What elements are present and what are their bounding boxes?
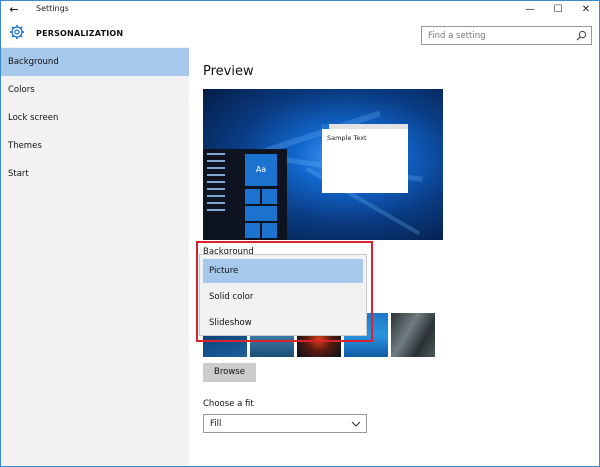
sidebar-item-background[interactable]: Background [1, 48, 189, 76]
preview-tile [245, 189, 260, 204]
preview-tile [262, 189, 277, 204]
sidebar-item-start[interactable]: Start [1, 160, 189, 188]
section-title: PERSONALIZATION [36, 29, 124, 38]
preview-tile [262, 223, 277, 238]
search-input[interactable]: Find a setting [421, 26, 592, 45]
minimize-button[interactable]: — [516, 1, 544, 19]
preview-tile [245, 223, 260, 238]
maximize-button[interactable]: ☐ [544, 1, 572, 19]
chevron-down-icon [351, 421, 361, 427]
preview-tile-large: Aa [245, 154, 277, 186]
start-menu-line [207, 202, 225, 204]
main-content: Preview Aa Sample Text Background Pictur… [189, 47, 599, 466]
settings-window: ← Settings — ☐ ✕ PERSONALIZATION Find a … [0, 0, 600, 467]
fit-select[interactable]: Fill [203, 414, 367, 433]
sidebar-item-colors[interactable]: Colors [1, 76, 189, 104]
close-button[interactable]: ✕ [572, 1, 600, 19]
browse-button[interactable]: Browse [203, 363, 256, 382]
preview-window: Sample Text [321, 124, 408, 193]
app-title: Settings [36, 4, 69, 13]
start-menu-line [207, 181, 225, 183]
gear-icon [10, 25, 24, 39]
preview-tile [245, 206, 277, 221]
picture-thumbnail[interactable] [391, 313, 435, 357]
highlight-annotation [196, 241, 373, 342]
start-menu-line [207, 188, 225, 190]
sidebar-item-themes[interactable]: Themes [1, 132, 189, 160]
start-menu-line [207, 153, 225, 155]
preview-start-menu: Aa [203, 149, 287, 240]
start-menu-line [207, 167, 225, 169]
fit-value: Fill [210, 419, 222, 429]
preview-window-accent [321, 124, 329, 129]
start-menu-line [207, 209, 225, 211]
page-header: PERSONALIZATION Find a setting [1, 19, 599, 47]
preview-sample-text: Sample Text [327, 134, 367, 142]
start-menu-line [207, 195, 225, 197]
back-arrow-icon[interactable]: ← [5, 2, 23, 18]
sidebar-item-lock-screen[interactable]: Lock screen [1, 104, 189, 132]
start-menu-line [207, 160, 225, 162]
preview-title: Preview [203, 64, 254, 79]
sidebar-nav: Background Colors Lock screen Themes Sta… [1, 47, 189, 466]
start-menu-list [207, 153, 225, 216]
search-placeholder: Find a setting [428, 31, 486, 41]
start-menu-line [207, 174, 225, 176]
desktop-preview: Aa Sample Text [203, 89, 443, 240]
search-icon[interactable] [576, 30, 587, 41]
fit-label: Choose a fit [203, 399, 254, 409]
title-bar: ← Settings — ☐ ✕ [1, 1, 599, 19]
